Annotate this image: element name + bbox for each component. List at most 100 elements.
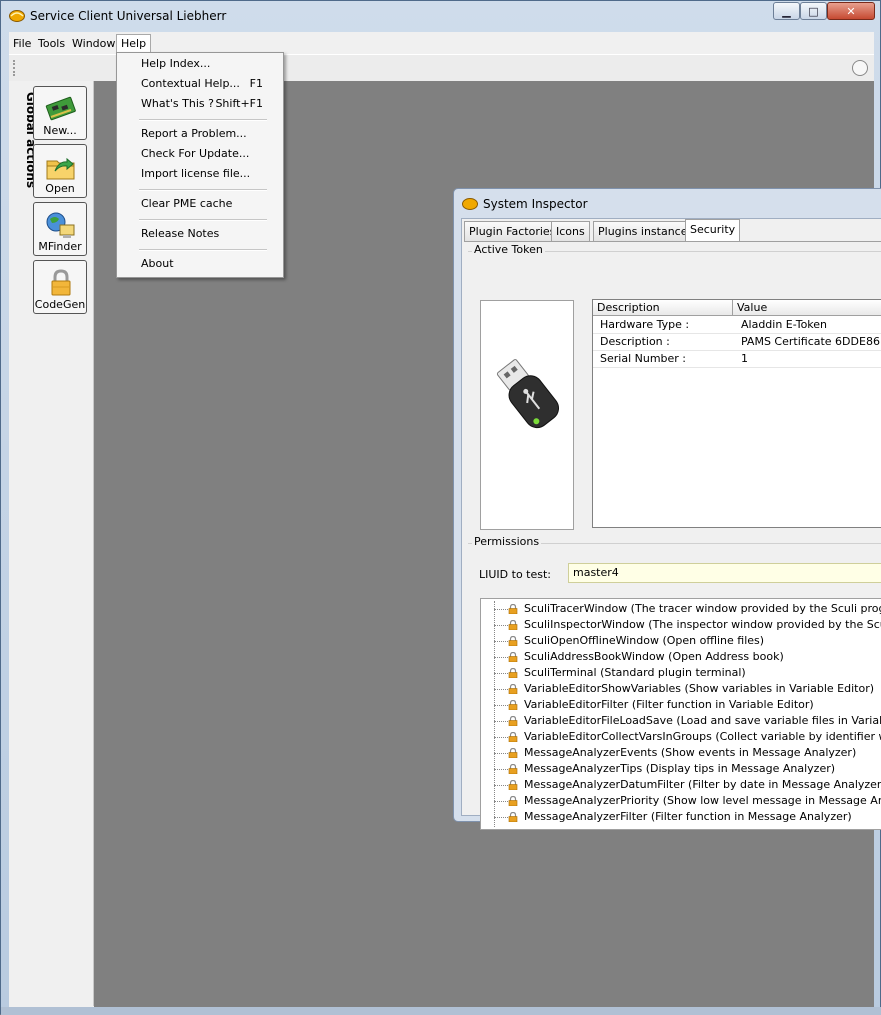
permission-item-label: SculiTracerWindow (The tracer window pro… (524, 602, 881, 615)
menu-item-check-update[interactable]: Check For Update... (141, 145, 249, 163)
tab-plugin-factories[interactable]: Plugin Factories (464, 221, 561, 241)
lock-icon (508, 636, 518, 646)
permission-item-label: VariableEditorFileLoadSave (Load and sav… (524, 714, 881, 727)
inspector-title: System Inspector (483, 197, 588, 211)
lock-icon (508, 716, 518, 726)
lock-icon (508, 796, 518, 806)
token-info-table: Description Value Hardware Type : Aladdi… (592, 299, 881, 528)
menu-separator (139, 219, 267, 221)
folder-open-icon (46, 157, 75, 180)
permission-item-label: VariableEditorCollectVarsInGroups (Colle… (524, 730, 881, 743)
tree-branch-line (494, 705, 508, 706)
permission-item[interactable]: MessageAnalyzerDatumFilter (Filter by da… (481, 777, 881, 793)
permission-item[interactable]: MessageAnalyzerPriority (Show low level … (481, 793, 881, 809)
permission-item[interactable]: SculiTerminal (Standard plugin terminal) (481, 665, 881, 681)
system-inspector-window: System Inspector Plugin Factories Icons … (453, 188, 881, 830)
menu-file[interactable]: File (9, 35, 35, 52)
new-action-button[interactable]: New... (33, 86, 87, 140)
menu-tools[interactable]: Tools (34, 35, 69, 52)
lock-icon (508, 668, 518, 678)
tab-plugins-instances[interactable]: Plugins instances (593, 221, 699, 241)
permission-item[interactable]: MessageAnalyzerFilter (Filter function i… (481, 809, 881, 825)
security-tab-panel: Active Token Description Value Hardware … (464, 241, 881, 830)
tab-security[interactable]: Security (685, 219, 741, 242)
column-header-value[interactable]: Value (733, 300, 881, 316)
permission-item-label: SculiAddressBookWindow (Open Address boo… (524, 650, 784, 663)
menu-item-whats-this[interactable]: What's This ? (141, 95, 214, 113)
permission-item[interactable]: SculiOpenOfflineWindow (Open offline fil… (481, 633, 881, 649)
menu-window[interactable]: Window (68, 35, 119, 52)
lock-icon (508, 748, 518, 758)
menu-bar: File Tools Window Help (9, 32, 874, 54)
permission-item[interactable]: SculiTracerWindow (The tracer window pro… (481, 601, 881, 617)
new-action-label: New... (43, 124, 77, 137)
menu-item-help-index[interactable]: Help Index... (141, 55, 210, 73)
permissions-tree[interactable]: SculiTracerWindow (The tracer window pro… (480, 598, 881, 830)
menu-item-contextual-help[interactable]: Contextual Help... (141, 75, 240, 93)
minimize-button[interactable]: ▁ (773, 2, 800, 20)
menu-item-report-problem[interactable]: Report a Problem... (141, 125, 247, 143)
lock-icon (508, 684, 518, 694)
permission-item-label: SculiTerminal (Standard plugin terminal) (524, 666, 746, 679)
tree-branch-line (494, 641, 508, 642)
help-dropdown-menu: Help Index... Contextual Help... F1 What… (116, 52, 284, 278)
tree-branch-line (494, 769, 508, 770)
mfinder-action-label: MFinder (38, 240, 82, 253)
permission-item[interactable]: SculiAddressBookWindow (Open Address boo… (481, 649, 881, 665)
global-actions-panel: Global actions New... Open MFinder CodeG… (9, 81, 94, 1006)
title-bar[interactable]: Service Client Universal Liebherr ▁ □ ✕ (1, 1, 880, 31)
table-cell-value: Aladdin E-Token (741, 318, 828, 331)
menu-item-clear-pme-cache[interactable]: Clear PME cache (141, 195, 232, 213)
table-cell-description: Serial Number : (600, 352, 687, 365)
status-indicator-icon[interactable] (852, 60, 868, 76)
mfinder-action-button[interactable]: MFinder (33, 202, 87, 256)
tree-branch-line (494, 657, 508, 658)
lock-icon (508, 652, 518, 662)
tree-branch-line (494, 753, 508, 754)
shortcut-contextual-help: F1 (249, 77, 263, 90)
permission-item[interactable]: MessageAnalyzerTips (Display tips in Mes… (481, 761, 881, 777)
open-action-label: Open (45, 182, 75, 195)
tree-branch-line (494, 737, 508, 738)
permission-item[interactable]: VariableEditorFileLoadSave (Load and sav… (481, 713, 881, 729)
permission-item[interactable]: VariableEditorFilter (Filter function in… (481, 697, 881, 713)
permissions-label: Permissions (472, 535, 542, 548)
app-logo-icon (462, 198, 478, 210)
globe-network-icon (46, 212, 75, 238)
tree-branch-line (494, 801, 508, 802)
menu-item-release-notes[interactable]: Release Notes (141, 225, 219, 243)
toolbar-grip-handle[interactable] (13, 60, 18, 76)
permission-item-label: SculiOpenOfflineWindow (Open offline fil… (524, 634, 765, 647)
menu-item-about[interactable]: About (141, 255, 174, 273)
column-header-description[interactable]: Description (593, 300, 733, 316)
permission-item[interactable]: VariableEditorShowVariables (Show variab… (481, 681, 881, 697)
menu-separator (139, 189, 267, 191)
menu-help[interactable]: Help (116, 34, 152, 53)
table-cell-description: Description : (600, 335, 670, 348)
permission-item-label: MessageAnalyzerPriority (Show low level … (524, 794, 881, 807)
codegen-action-button[interactable]: CodeGen (33, 260, 87, 314)
close-button[interactable]: ✕ (827, 2, 875, 20)
permission-item[interactable]: MessageAnalyzerEvents (Show events in Me… (481, 745, 881, 761)
permission-item[interactable]: VariableEditorCollectVarsInGroups (Colle… (481, 729, 881, 745)
menu-item-import-license[interactable]: Import license file... (141, 165, 250, 183)
tab-icons[interactable]: Icons (551, 221, 590, 241)
codegen-action-label: CodeGen (34, 298, 86, 311)
liuid-input[interactable]: master4 (568, 563, 881, 583)
lock-icon (508, 620, 518, 630)
inspector-body: Plugin Factories Icons Plugins instances… (461, 218, 881, 830)
permission-item[interactable]: SculiInspectorWindow (The inspector wind… (481, 617, 881, 633)
maximize-button[interactable]: □ (800, 2, 827, 20)
permission-item-label: SculiInspectorWindow (The inspector wind… (524, 618, 881, 631)
tree-branch-line (494, 625, 508, 626)
table-cell-description: Hardware Type : (600, 318, 690, 331)
tree-branch-line (494, 785, 508, 786)
permission-item-label: VariableEditorFilter (Filter function in… (524, 698, 814, 711)
menu-separator (139, 249, 267, 251)
tree-branch-line (494, 673, 508, 674)
token-image-frame (480, 300, 574, 530)
padlock-icon (51, 269, 71, 296)
permission-item-label: MessageAnalyzerEvents (Show events in Me… (524, 746, 857, 759)
tree-branch-line (494, 689, 508, 690)
open-action-button[interactable]: Open (33, 144, 87, 198)
